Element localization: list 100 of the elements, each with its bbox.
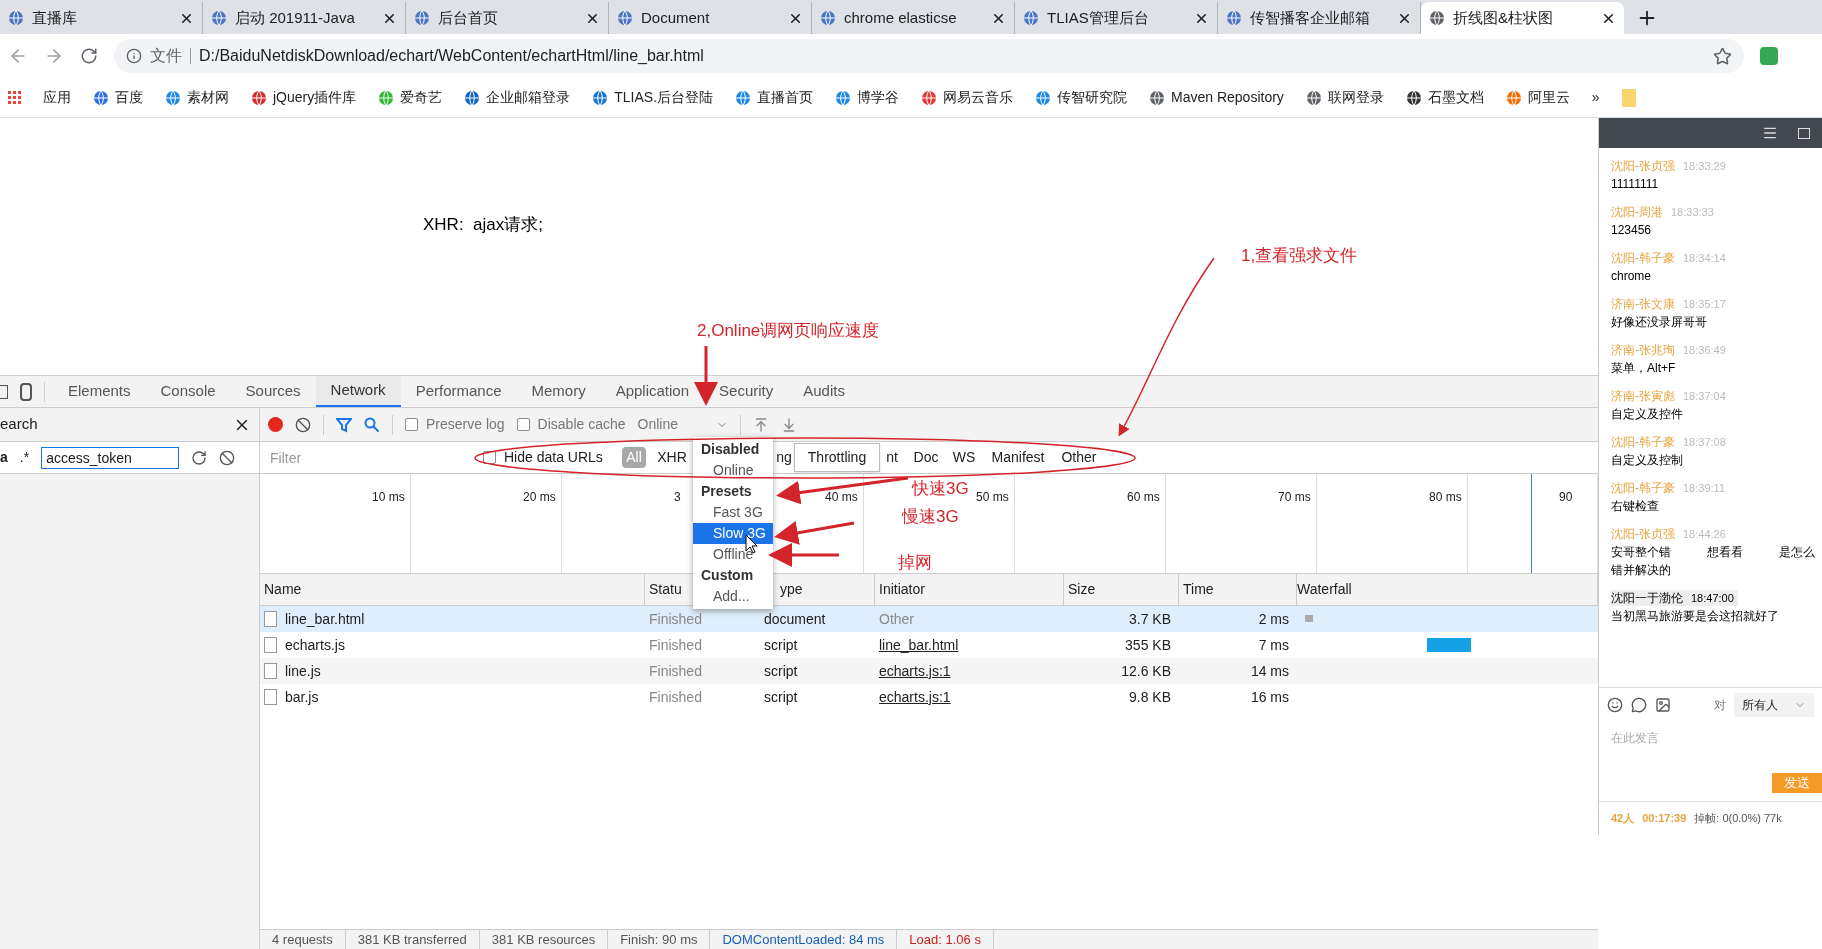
globe-icon — [464, 89, 481, 106]
comment-icon[interactable] — [1631, 696, 1647, 713]
bookmark[interactable]: jQuery插件库 — [251, 87, 357, 108]
star-icon[interactable] — [1713, 46, 1732, 66]
bookmark[interactable]: 博学谷 — [835, 87, 900, 108]
bookmark[interactable]: 网易云音乐 — [921, 87, 1014, 108]
initiator-link[interactable]: echarts.js:1 — [879, 686, 951, 708]
globe-icon — [1305, 89, 1322, 106]
browser-tab[interactable]: 折线图&柱状图 — [1421, 2, 1624, 34]
column-header[interactable]: ype — [780, 579, 803, 600]
initiator-link[interactable]: echarts.js:1 — [879, 660, 951, 682]
column-header[interactable]: Statu — [649, 579, 682, 600]
time-text: 7 ms — [1258, 635, 1289, 655]
bookmark[interactable]: 爱奇艺 — [378, 87, 443, 108]
column-header[interactable]: Size — [1068, 579, 1096, 600]
menu-item[interactable]: Offline — [693, 544, 773, 565]
bookmark[interactable]: 应用 — [43, 87, 71, 108]
regex-toggle[interactable]: .* — [19, 447, 30, 468]
type-filter[interactable]: XHR — [656, 447, 688, 468]
bookmark[interactable]: 直播首页 — [735, 87, 814, 108]
apps-icon[interactable] — [8, 91, 21, 104]
message-time: 18:36:49 — [1683, 343, 1726, 358]
bookmark[interactable]: 百度 — [93, 87, 143, 108]
bookmark[interactable]: 素材网 — [165, 87, 229, 108]
devtools-tab[interactable]: Application — [600, 376, 705, 407]
image-icon[interactable] — [1655, 696, 1671, 713]
type-filter[interactable]: WS — [952, 447, 976, 468]
file-name: bar.js — [285, 687, 319, 707]
message-input[interactable]: 在此发言 — [1611, 729, 1810, 747]
inspect-icon[interactable] — [0, 384, 8, 399]
bookmark[interactable]: 联网登录 — [1305, 87, 1384, 108]
status-text: Finish: 90 ms — [620, 929, 711, 949]
filter-icon[interactable] — [336, 416, 352, 433]
bookmark[interactable]: 阿里云 — [1505, 87, 1570, 108]
menu-item[interactable]: Fast 3G — [693, 502, 773, 523]
checkbox-label: Preserve log — [426, 415, 505, 434]
type-filter[interactable]: Other — [1060, 447, 1098, 468]
message-time: 18:33:29 — [1683, 159, 1726, 174]
message-text: 错并解决的 — [1611, 562, 1671, 578]
type-filter[interactable]: Doc — [912, 447, 940, 468]
time-text: 16 ms — [1250, 687, 1289, 707]
type-filter[interactable]: nt — [884, 447, 900, 468]
record-icon[interactable] — [268, 417, 283, 432]
message-time: 18:34:14 — [1683, 251, 1726, 266]
device-icon[interactable] — [20, 382, 32, 401]
bookmark[interactable]: Maven Repository — [1149, 87, 1284, 108]
menu-item[interactable]: Add... — [693, 586, 773, 607]
block-icon[interactable] — [219, 449, 236, 466]
globe-icon — [1405, 89, 1422, 106]
devtools-tab[interactable]: Network — [315, 376, 401, 407]
request-row[interactable]: line.js Finished script echarts.js:1 12.6 KB 14 ms — [260, 658, 1598, 684]
reload-icon[interactable] — [80, 47, 98, 65]
clear-icon[interactable] — [295, 416, 311, 433]
type-filter[interactable]: Manifest — [988, 447, 1048, 468]
globe-icon — [414, 10, 430, 26]
menu-icon[interactable] — [1762, 125, 1778, 141]
message-text: 自定义及控件 — [1611, 406, 1683, 422]
address-bar[interactable]: 文件 D:/BaiduNetdiskDownload/echart/WebContent/echartHtml/line_bar.html — [114, 39, 1744, 73]
menu-item[interactable]: Online — [693, 460, 773, 481]
type-filter[interactable]: ng — [776, 447, 792, 468]
column-header[interactable]: Time — [1183, 579, 1214, 600]
devtools-tab[interactable]: Audits — [788, 376, 860, 407]
globe-icon — [1429, 10, 1445, 26]
bookmark[interactable]: 企业邮箱登录 — [464, 87, 571, 108]
checkbox[interactable] — [516, 418, 530, 431]
devtools-tab[interactable]: Elements — [53, 376, 146, 407]
emoji-icon[interactable] — [1607, 696, 1623, 713]
status-text: 4 requests — [272, 929, 346, 949]
message-text: 安哥整个错 — [1611, 544, 1671, 560]
initiator-text: Other — [879, 609, 914, 629]
bookmark[interactable]: TLIAS.后台登陆 — [592, 87, 714, 108]
column-header[interactable]: Name — [264, 579, 302, 600]
recipient-select[interactable]: 所有人 — [1734, 692, 1814, 717]
column-header[interactable]: Initiator — [879, 579, 925, 600]
devtools-tab[interactable]: Memory — [516, 376, 601, 407]
devtools-tab[interactable]: Performance — [400, 376, 517, 407]
checkbox[interactable] — [405, 418, 418, 431]
message-text: 好像还没录屏哥哥 — [1611, 314, 1707, 330]
throttle-select[interactable]: Online — [637, 414, 728, 435]
menu-item[interactable]: Slow 3G — [693, 523, 773, 544]
devtools-tab[interactable]: Security — [704, 376, 789, 407]
search-field[interactable]: access_token — [41, 446, 180, 469]
devtools-tab[interactable]: Sources — [230, 376, 316, 407]
column-header[interactable]: Waterfall — [1297, 579, 1352, 600]
search-icon[interactable] — [364, 416, 380, 433]
size-text: 12.6 KB — [1121, 661, 1171, 681]
refresh-icon[interactable] — [191, 449, 208, 466]
bookmarks-more[interactable]: » — [1591, 87, 1600, 108]
devtools-tab[interactable]: Console — [145, 376, 231, 407]
window-icon[interactable] — [1798, 127, 1810, 139]
bookmark[interactable]: 传智研究院 — [1035, 87, 1128, 108]
menu-heading: Disabled — [700, 440, 761, 459]
message-text: 自定义及控制 — [1611, 452, 1683, 468]
viewer-count: 42人 — [1611, 811, 1635, 827]
status-text: Finished — [649, 609, 702, 629]
match-case-toggle[interactable]: a — [0, 447, 8, 468]
request-row[interactable]: line_bar.html Finished document Other 3.7 KB 2 ms — [260, 606, 1598, 632]
bookmark[interactable]: 石墨文档 — [1405, 87, 1484, 108]
file-icon — [264, 637, 277, 653]
initiator-link[interactable]: line_bar.html — [879, 634, 959, 656]
